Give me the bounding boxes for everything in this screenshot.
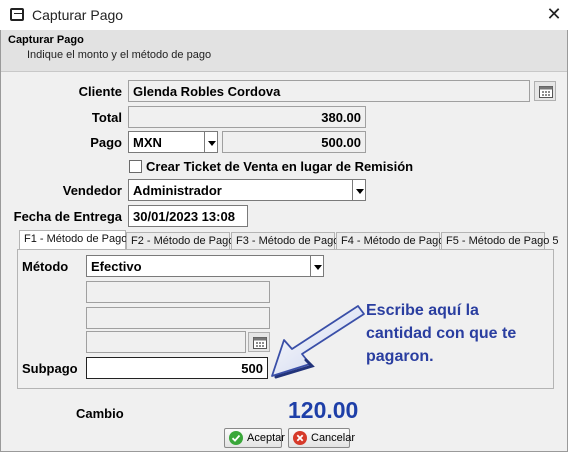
window-icon xyxy=(10,8,24,21)
vendedor-label: Vendedor xyxy=(62,183,122,198)
pago-amount-field[interactable]: 500.00 xyxy=(222,131,366,153)
annotation-line-2: cantidad con que te xyxy=(366,325,517,342)
payment-detail-field-2[interactable] xyxy=(86,307,270,329)
subpago-label: Subpago xyxy=(22,361,78,376)
subpago-field[interactable]: 500 xyxy=(86,357,268,379)
metodo-dropdown-button[interactable] xyxy=(310,255,324,277)
payment-detail-field-1[interactable] xyxy=(86,281,270,303)
tab-metodo-pago-4[interactable]: F4 - Método de Pago 4 xyxy=(336,232,454,250)
currency-dropdown-button[interactable] xyxy=(204,131,218,153)
vendedor-select[interactable]: Administrador xyxy=(128,179,354,201)
window-title: Capturar Pago xyxy=(32,7,124,23)
fecha-label: Fecha de Entrega xyxy=(13,209,122,224)
cambio-label: Cambio xyxy=(76,406,124,421)
total-label: Total xyxy=(91,110,122,125)
cambio-value: 120.00 xyxy=(288,397,359,423)
cliente-lookup-button[interactable] xyxy=(534,81,556,101)
tab-metodo-pago-5[interactable]: F5 - Método de Pago 5 xyxy=(441,232,559,250)
calendar-icon xyxy=(539,86,553,98)
tab-metodo-pago-2[interactable]: F2 - Método de Pago 2 xyxy=(126,232,244,250)
pago-label: Pago xyxy=(90,135,122,150)
ticket-checkbox[interactable] xyxy=(129,160,142,173)
check-icon xyxy=(229,431,243,445)
fecha-field[interactable]: 30/01/2023 13:08 xyxy=(128,205,248,227)
cancel-label: Cancelar xyxy=(311,432,356,444)
annotation-line-3: pagaron. xyxy=(366,348,434,365)
payment-detail-field-3[interactable] xyxy=(86,331,246,353)
cliente-label: Cliente xyxy=(78,84,122,99)
metodo-label: Método xyxy=(22,259,69,274)
currency-select[interactable]: MXN xyxy=(128,131,206,153)
annotation-arrow-icon xyxy=(271,305,365,379)
ticket-label: Crear Ticket de Venta en lugar de Remisi… xyxy=(146,159,414,174)
cancel-icon xyxy=(293,431,307,445)
accept-label: Aceptar xyxy=(247,432,285,444)
vendedor-dropdown-button[interactable] xyxy=(352,179,366,201)
close-button[interactable]: ✕ xyxy=(543,3,565,25)
tab-metodo-pago-1[interactable]: F1 - Método de Pago 1 xyxy=(19,230,137,250)
tab-metodo-pago-3[interactable]: F3 - Método de Pago 3 xyxy=(231,232,349,250)
metodo-select[interactable]: Efectivo xyxy=(86,255,312,277)
title-bar: Capturar Pago ✕ xyxy=(0,0,568,30)
cancel-button[interactable]: Cancelar xyxy=(288,428,355,448)
accept-button[interactable]: Aceptar xyxy=(224,428,285,448)
annotation-text: Escribe aquí la cantidad con que te paga… xyxy=(366,299,516,368)
annotation-line-1: Escribe aquí la xyxy=(366,302,479,319)
total-field: 380.00 xyxy=(128,106,366,128)
cliente-field[interactable]: Glenda Robles Cordova xyxy=(128,80,530,102)
